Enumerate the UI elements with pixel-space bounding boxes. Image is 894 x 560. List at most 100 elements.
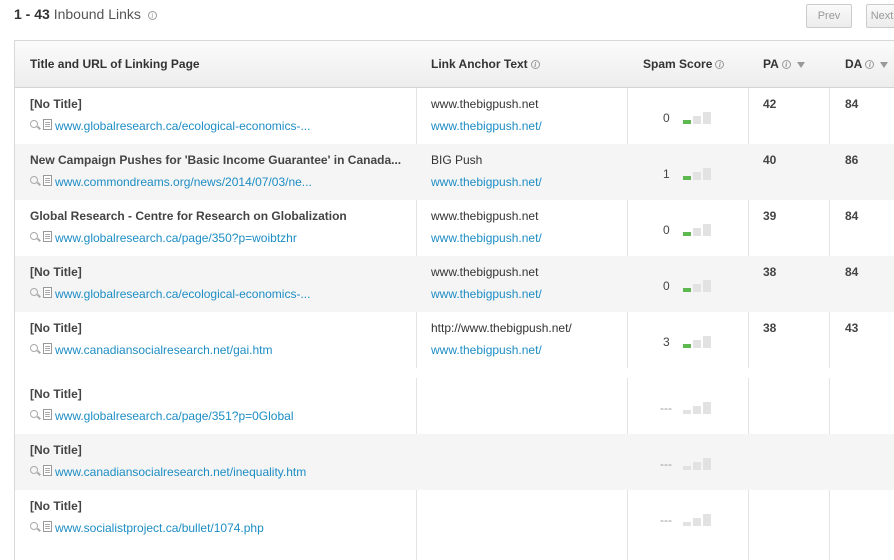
header-pa[interactable]: PA i [763,41,805,88]
da-value: 86 [845,153,859,167]
spam-bar [703,168,711,180]
da-value: 84 [845,209,859,223]
pa-value: 42 [763,97,777,111]
anchor-url[interactable]: www.thebigpush.net/ [431,231,542,245]
spam-bar [683,176,691,180]
prev-button[interactable]: Prev [806,4,852,28]
link-title: [No Title] [30,265,82,279]
page-icon[interactable] [43,231,52,242]
pa-value: 39 [763,209,777,223]
header-anchor-text[interactable]: Link Anchor Text i [431,41,540,88]
spam-score-value: 1 [663,167,670,181]
anchor-url[interactable]: www.thebigpush.net/ [431,175,542,189]
table-row: [No Title] www.canadiansocialresearch.ne… [15,312,894,368]
link-url[interactable]: www.globalresearch.ca/ecological-economi… [55,119,310,133]
next-button[interactable]: Next [866,4,894,28]
spam-score-bars [683,166,715,180]
anchor-url[interactable]: www.thebigpush.net/ [431,287,542,301]
table-row: [No Title] www.socialistproject.ca/bulle… [15,490,894,546]
link-url-line: www.commondreams.org/news/2014/07/03/ne.… [30,175,312,189]
da-value: 84 [845,97,859,111]
page-icon[interactable] [43,343,52,354]
link-url[interactable]: www.socialistproject.ca/bullet/1074.php [55,521,264,535]
link-title: [No Title] [30,97,82,111]
magnifier-icon[interactable] [30,522,41,533]
magnifier-icon[interactable] [30,410,41,421]
header-spam-score-label: Spam Score [643,57,713,71]
inbound-links-table: Title and URL of Linking Page Link Ancho… [14,40,894,560]
link-url-line: www.globalresearch.ca/page/350?p=woibtzh… [30,231,297,245]
link-title: Global Research - Centre for Research on… [30,209,347,223]
link-title: [No Title] [30,321,82,335]
header-pa-label: PA [763,57,779,71]
spam-bar [683,232,691,236]
da-value: 43 [845,321,859,335]
spam-bar [703,458,711,470]
magnifier-icon[interactable] [30,466,41,477]
spam-score-bars [683,512,715,526]
info-icon[interactable]: i [147,11,157,20]
spam-score-bars [683,334,715,348]
anchor-text: www.thebigpush.net [431,265,539,279]
page-icon[interactable] [43,465,52,476]
page-icon[interactable] [43,119,52,130]
link-title: [No Title] [30,387,82,401]
spam-bar [693,228,701,236]
spam-bar [703,112,711,124]
magnifier-icon[interactable] [30,344,41,355]
info-icon[interactable]: i [865,60,875,69]
anchor-text: BIG Push [431,153,483,167]
page-icon[interactable] [43,287,52,298]
link-url-line: www.socialistproject.ca/bullet/1074.php [30,521,264,535]
table-row: [No Title] www.globalresearch.ca/ecologi… [15,88,894,144]
header-title-url-label: Title and URL of Linking Page [30,57,200,71]
anchor-url[interactable]: www.thebigpush.net/ [431,119,542,133]
info-icon[interactable]: i [715,60,725,69]
page-icon[interactable] [43,409,52,420]
page-icon[interactable] [43,175,52,186]
spam-score-bars [683,456,715,470]
magnifier-icon[interactable] [30,120,41,131]
header-da[interactable]: DA i [845,41,889,88]
anchor-text: www.thebigpush.net [431,97,539,111]
link-url[interactable]: www.globalresearch.ca/page/351?p=0Global [55,409,294,423]
da-value: 84 [845,265,859,279]
link-url[interactable]: www.globalresearch.ca/ecological-economi… [55,287,310,301]
header-spam-score[interactable]: Spam Score i [643,41,725,88]
spam-score-bars [683,400,715,414]
link-url[interactable]: www.commondreams.org/news/2014/07/03/ne.… [55,175,312,189]
page-icon[interactable] [43,521,52,532]
row-separator [15,368,894,378]
info-icon[interactable]: i [781,60,791,69]
spam-bar [683,344,691,348]
magnifier-icon[interactable] [30,232,41,243]
table-row: [No Title] www.globalresearch.ca/ecologi… [15,256,894,312]
link-url[interactable]: www.canadiansocialresearch.net/inequalit… [55,465,306,479]
spam-score-value: 0 [663,279,670,293]
info-icon[interactable]: i [530,60,540,69]
spam-score-bars [683,278,715,292]
link-url[interactable]: www.canadiansocialresearch.net/gai.htm [55,343,272,357]
pa-value: 38 [763,265,777,279]
spam-score-value: --- [660,457,672,471]
spam-bar [693,172,701,180]
header-da-label: DA [845,57,863,71]
spam-bar [683,120,691,124]
header-anchor-text-label: Link Anchor Text [431,57,528,71]
link-url[interactable]: www.globalresearch.ca/page/350?p=woibtzh… [55,231,297,245]
spam-bar [683,410,691,414]
table-row: New Campaign Pushes for 'Basic Income Gu… [15,144,894,200]
header-title-url[interactable]: Title and URL of Linking Page [30,41,200,88]
spam-bar [693,462,701,470]
link-url-line: www.canadiansocialresearch.net/gai.htm [30,343,272,357]
table-row: [No Title] www.globalresearch.ca/page/35… [15,378,894,434]
magnifier-icon[interactable] [30,176,41,187]
sort-desc-icon[interactable] [796,62,805,68]
anchor-url[interactable]: www.thebigpush.net/ [431,343,542,357]
spam-bar [693,116,701,124]
magnifier-icon[interactable] [30,288,41,299]
spam-score-value: --- [660,401,672,415]
sort-desc-icon[interactable] [880,62,889,68]
spam-bar [683,466,691,470]
spam-bar [703,402,711,414]
